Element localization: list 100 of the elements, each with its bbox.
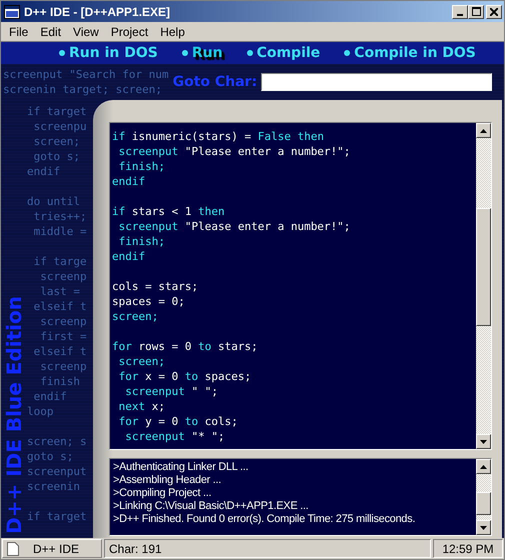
code-token: rows = 0 <box>138 340 192 353</box>
background-code-line: endif <box>32 389 68 404</box>
up-arrow-icon <box>480 464 487 468</box>
output-line: >D++ Finished. Found 0 error(s). Compile Time: 275 milliseconds. <box>113 513 416 526</box>
code-token: screenput <box>118 220 180 233</box>
close-icon <box>490 8 498 16</box>
scroll-thumb[interactable] <box>476 208 491 326</box>
code-token: y = 0 <box>145 415 180 428</box>
minimize-icon <box>457 14 463 16</box>
close-button[interactable] <box>486 4 502 18</box>
background-code-line: elseif t <box>32 344 88 359</box>
scroll-up-button[interactable] <box>476 123 491 138</box>
code-token: if <box>112 130 126 143</box>
background-code-line: goto s; <box>32 149 81 164</box>
code-token: spaces; <box>204 370 252 383</box>
code-token: stars; <box>218 340 258 353</box>
background-code-line: loop <box>27 404 54 419</box>
code-token: finish; <box>118 235 165 248</box>
toolbar-button[interactable]: Compile <box>254 45 322 61</box>
goto-label: Goto Char: <box>172 74 258 90</box>
code-token: to <box>198 340 212 353</box>
code-token: finish; <box>118 160 165 173</box>
code-token: for <box>112 340 133 353</box>
background-code-line: elseif t <box>32 299 88 314</box>
scrollbar[interactable] <box>476 459 491 535</box>
background-code-line: screenin <box>27 479 81 494</box>
toolbar-button[interactable]: Run <box>190 45 225 61</box>
down-arrow-icon <box>480 526 487 530</box>
code-token: cols; <box>204 415 238 428</box>
status-clock: 12:59 PM <box>433 539 503 558</box>
toolbar-button[interactable]: Compile in DOS <box>352 45 478 61</box>
code-token: x; <box>152 400 165 413</box>
bullet-icon <box>344 50 350 56</box>
code-token: for <box>118 370 140 383</box>
code-token: screenput <box>118 145 180 158</box>
menu-item[interactable]: Project <box>104 24 154 38</box>
background-code-line: screenpu <box>32 119 88 134</box>
maximize-button[interactable] <box>468 4 484 18</box>
background-code-line: finish <box>39 374 81 389</box>
background-code-line: screenin target; screen; <box>3 82 163 97</box>
app-icon <box>4 4 20 18</box>
status-position: Char: 191 <box>104 539 431 558</box>
output-line: >Authenticating Linker DLL ... <box>113 461 250 474</box>
background-code-line: screen; s <box>27 434 88 449</box>
background-code-line: first = <box>39 329 88 344</box>
bullet-icon <box>59 50 65 56</box>
background-code-line: middle = <box>32 224 88 239</box>
code-token: to <box>184 415 200 428</box>
code-token: for <box>118 415 140 428</box>
code-token: screenput <box>124 430 186 443</box>
background-code-line: screen; <box>32 134 81 149</box>
code-token: "Please enter a number!"; <box>184 220 350 233</box>
bullet-icon <box>246 50 253 56</box>
code-token: if <box>112 205 126 218</box>
background-code-line: screenp <box>39 314 88 329</box>
code-token: next <box>118 400 146 413</box>
scroll-up-button[interactable] <box>476 459 491 474</box>
background-code-line: screenp <box>39 359 88 374</box>
maximize-icon <box>472 7 480 16</box>
background-code-line: do until <box>27 194 81 209</box>
minimize-button[interactable] <box>452 4 468 18</box>
background-code-line: last = <box>39 284 81 299</box>
document-icon <box>7 542 19 556</box>
background-code-line: screenput "Search for num <box>3 67 169 82</box>
background-code-line: endif <box>27 164 62 179</box>
background-code-line: if target <box>27 104 88 119</box>
menu-item[interactable]: File <box>3 24 34 38</box>
code-token: False then <box>258 130 324 143</box>
background-code-line: goto s; <box>27 449 74 464</box>
background-code-line: screenp <box>39 269 88 284</box>
code-token: screenput <box>124 385 186 398</box>
code-token: screen; <box>112 310 158 323</box>
scroll-thumb[interactable] <box>476 492 491 515</box>
code-token: spaces = 0; <box>112 295 185 308</box>
code-token: "* "; <box>191 430 225 443</box>
status-app-name: D++ IDE <box>33 542 80 556</box>
menu-item[interactable]: Help <box>154 24 191 38</box>
scroll-down-button[interactable] <box>476 520 491 535</box>
scrollbar[interactable] <box>476 123 491 449</box>
vertical-title: D++ IDE Blue Edition <box>2 296 26 534</box>
window-title: D++ IDE - [D++APP1.EXE] <box>24 4 172 18</box>
code-token: screen; <box>118 355 165 368</box>
goto-input[interactable] <box>261 73 492 91</box>
code-token: "Please enter a number!"; <box>184 145 350 158</box>
code-token: isnumeric(stars) = <box>132 130 252 143</box>
code-token: endif <box>112 175 146 188</box>
code-token: then <box>198 205 225 218</box>
down-arrow-icon <box>480 440 487 444</box>
menu-item[interactable]: View <box>67 24 105 38</box>
background-code-line: screenput <box>27 464 88 479</box>
bullet-icon <box>182 50 188 56</box>
code-token: x = 0 <box>145 370 180 383</box>
code-token: stars < 1 <box>132 205 192 218</box>
output-line: >Assembling Header ... <box>113 474 222 487</box>
toolbar-button[interactable]: Run in DOS <box>67 45 160 61</box>
background-code-line: tries++; <box>32 209 88 224</box>
up-arrow-icon <box>480 128 487 132</box>
code-token: to <box>184 370 200 383</box>
scroll-down-button[interactable] <box>476 434 491 449</box>
menu-item[interactable]: Edit <box>34 24 68 38</box>
